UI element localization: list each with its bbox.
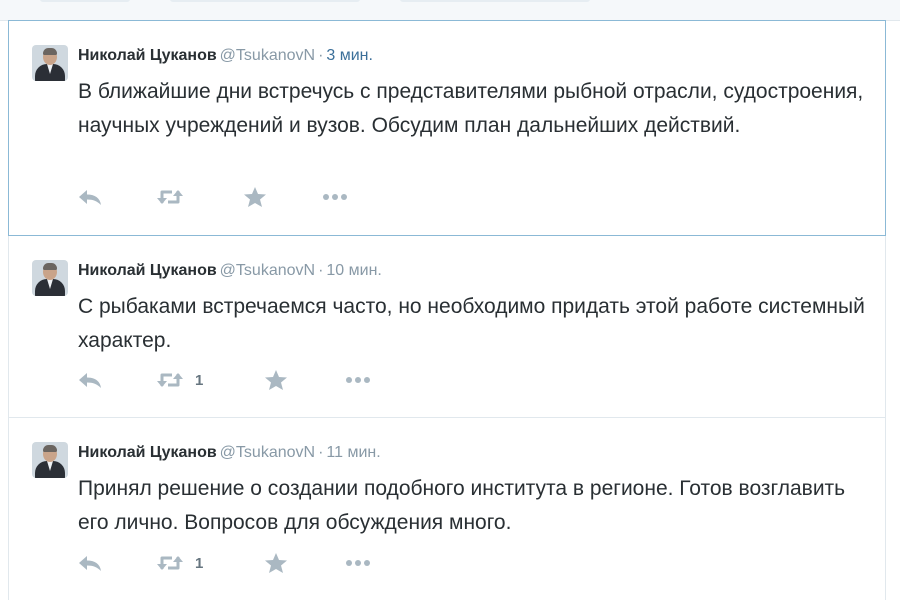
tweet-text: В ближайшие дни встречусь с представител… — [78, 80, 864, 137]
previous-tweet-fragment — [400, 0, 590, 2]
reply-icon — [77, 370, 103, 390]
tweet-header: Николай Цуканов @TsukanovN · 3 мин. — [78, 46, 373, 66]
author-screen-name[interactable]: @TsukanovN — [220, 444, 315, 461]
retweet-count: 1 — [195, 371, 204, 389]
previous-tweet-fragment — [170, 0, 360, 2]
header-separator: · — [318, 47, 324, 64]
tweet-timeline: Николай Цуканов @TsukanovN · 3 мин. В ближа… — [8, 20, 886, 600]
reply-button[interactable] — [77, 185, 103, 209]
author-screen-name[interactable]: @TsukanovN — [220, 262, 315, 279]
more-actions-button[interactable] — [343, 368, 373, 392]
author-name[interactable]: Николай Цуканов — [78, 444, 217, 461]
more-icon — [343, 370, 373, 390]
tweet-text: С рыбаками встречаемся часто, но необход… — [78, 295, 865, 352]
tweet-timestamp[interactable]: 10 мин. — [326, 262, 381, 279]
avatar[interactable] — [32, 260, 68, 296]
favorite-button[interactable] — [264, 551, 288, 575]
retweet-button[interactable] — [155, 185, 195, 209]
tweet-timestamp[interactable]: 11 мин. — [326, 444, 380, 461]
favorite-button[interactable] — [264, 368, 288, 392]
more-icon — [320, 187, 350, 207]
reply-button[interactable] — [77, 368, 103, 392]
more-actions-button[interactable] — [343, 551, 373, 575]
more-icon — [343, 553, 373, 573]
retweet-icon — [155, 187, 185, 207]
star-icon — [264, 369, 288, 391]
tweet-header: Николай Цуканов @TsukanovN · 10 мин. — [78, 261, 382, 281]
reply-button[interactable] — [77, 551, 103, 575]
tweet-actions: 1 — [77, 551, 477, 575]
retweet-button[interactable]: 1 — [155, 368, 203, 392]
author-name[interactable]: Николай Цуканов — [78, 47, 217, 64]
tweet-text: Принял решение о создании подобного инст… — [78, 477, 846, 534]
previous-tweet-fragment — [40, 0, 130, 2]
avatar[interactable] — [32, 442, 68, 478]
header-separator: · — [318, 444, 324, 461]
header-separator: · — [318, 262, 324, 279]
more-actions-button[interactable] — [320, 185, 350, 209]
favorite-button[interactable] — [243, 185, 267, 209]
author-name[interactable]: Николай Цуканов — [78, 262, 217, 279]
tweet-timestamp[interactable]: 3 мин. — [326, 47, 373, 64]
author-screen-name[interactable]: @TsukanovN — [220, 47, 315, 64]
reply-icon — [77, 553, 103, 573]
tweet-actions: 1 — [77, 368, 477, 392]
tweet-header: Николай Цуканов @TsukanovN · 11 мин. — [78, 443, 381, 463]
twitter-timeline-screenshot: Николай Цуканов @TsukanovN · 3 мин. В ближа… — [0, 0, 900, 600]
retweet-icon — [155, 553, 185, 573]
avatar[interactable] — [32, 45, 68, 81]
previous-tweet-edge — [0, 0, 900, 21]
star-icon — [243, 186, 267, 208]
tweet-actions — [77, 185, 477, 209]
retweet-button[interactable]: 1 — [155, 551, 203, 575]
reply-icon — [77, 187, 103, 207]
star-icon — [264, 552, 288, 574]
retweet-count: 1 — [195, 554, 204, 572]
retweet-icon — [155, 370, 185, 390]
